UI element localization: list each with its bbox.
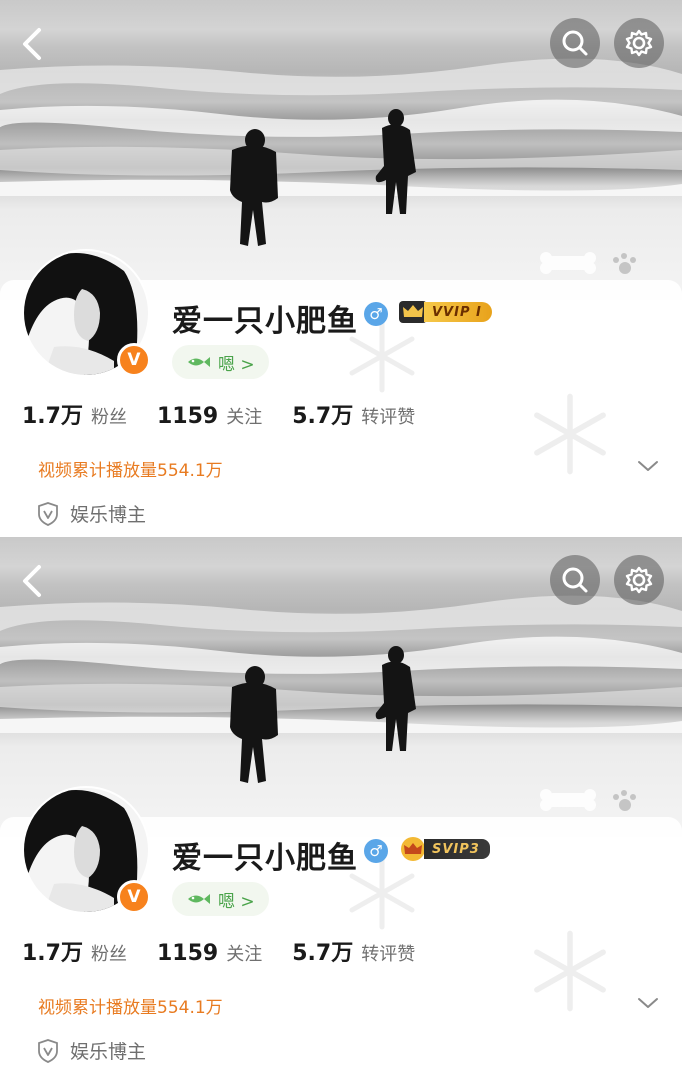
stat-likes[interactable]: 5.7万 转评赞 <box>292 398 415 430</box>
search-button[interactable] <box>550 555 600 605</box>
settings-button[interactable] <box>614 555 664 605</box>
stat-value: 1159 <box>156 404 219 429</box>
stat-label: 转评赞 <box>361 407 416 428</box>
chevron-down-icon[interactable] <box>636 993 660 1013</box>
chevron-left-icon <box>23 565 41 597</box>
vip-label: VVIP I <box>424 302 492 322</box>
chevron-down-icon[interactable] <box>636 456 660 476</box>
mood-text: 嗯 > <box>218 354 255 375</box>
stat-label: 粉丝 <box>90 407 127 428</box>
vip-badge[interactable]: VVIP I <box>398 299 492 325</box>
mood-text: 嗯 > <box>218 891 255 912</box>
gear-icon <box>625 566 653 594</box>
mood-status-button[interactable]: 嗯 > <box>172 882 269 916</box>
stat-label: 粉丝 <box>90 944 127 965</box>
stat-label: 关注 <box>226 944 263 965</box>
fish-icon <box>188 894 210 904</box>
male-icon: ♂ <box>364 302 388 326</box>
verified-v-icon: V <box>117 343 151 377</box>
category-tag[interactable]: 娱乐博主 <box>36 500 146 527</box>
snowflake-icon <box>534 930 606 1012</box>
profile-panel-2: V 爱一只小肥鱼 ♂ SVIP3 嗯 > 1.7万 粉丝 1159 关注 5.7… <box>0 537 682 1074</box>
back-button[interactable] <box>8 20 56 68</box>
stats-row: 1.7万 粉丝 1159 关注 5.7万 转评赞 <box>22 935 445 967</box>
stat-label: 关注 <box>226 407 263 428</box>
snowflake-icon <box>534 393 606 475</box>
search-button[interactable] <box>550 18 600 68</box>
stats-row: 1.7万 粉丝 1159 关注 5.7万 转评赞 <box>22 398 445 430</box>
stat-value: 1.7万 <box>22 404 83 429</box>
profile-name: 爱一只小肥鱼 <box>172 304 358 339</box>
stat-following[interactable]: 1159 关注 <box>157 403 262 429</box>
search-icon <box>562 567 588 593</box>
stat-followers[interactable]: 1.7万 粉丝 <box>22 398 127 430</box>
stat-value: 1.7万 <box>22 941 83 966</box>
shield-v-icon <box>38 501 58 526</box>
chevron-left-icon <box>23 28 41 60</box>
back-button[interactable] <box>8 557 56 605</box>
profile-panel-1: V 爱一只小肥鱼 ♂ VVIP I 嗯 > 1.7万 粉丝 1159 关注 5.… <box>0 0 682 537</box>
verified-v-icon: V <box>117 880 151 914</box>
vip-badge[interactable]: SVIP3 <box>398 836 490 862</box>
stat-label: 转评赞 <box>361 944 416 965</box>
stat-value: 1159 <box>156 941 219 966</box>
male-icon: ♂ <box>364 839 388 863</box>
video-playcount: 视频累计播放量554.1万 <box>38 461 223 481</box>
video-playcount: 视频累计播放量554.1万 <box>38 998 223 1018</box>
stat-likes[interactable]: 5.7万 转评赞 <box>292 935 415 967</box>
profile-name: 爱一只小肥鱼 <box>172 841 358 876</box>
fish-icon <box>188 357 210 367</box>
vip-label: SVIP3 <box>424 839 490 859</box>
mood-status-button[interactable]: 嗯 > <box>172 345 269 379</box>
category-label: 娱乐博主 <box>70 504 147 526</box>
gear-icon <box>625 29 653 57</box>
stat-value: 5.7万 <box>292 404 354 429</box>
search-icon <box>562 30 588 56</box>
category-label: 娱乐博主 <box>70 1041 147 1063</box>
stat-following[interactable]: 1159 关注 <box>157 940 262 966</box>
category-tag[interactable]: 娱乐博主 <box>36 1037 146 1064</box>
stat-followers[interactable]: 1.7万 粉丝 <box>22 935 127 967</box>
stat-value: 5.7万 <box>292 941 354 966</box>
shield-v-icon <box>38 1038 58 1063</box>
settings-button[interactable] <box>614 18 664 68</box>
